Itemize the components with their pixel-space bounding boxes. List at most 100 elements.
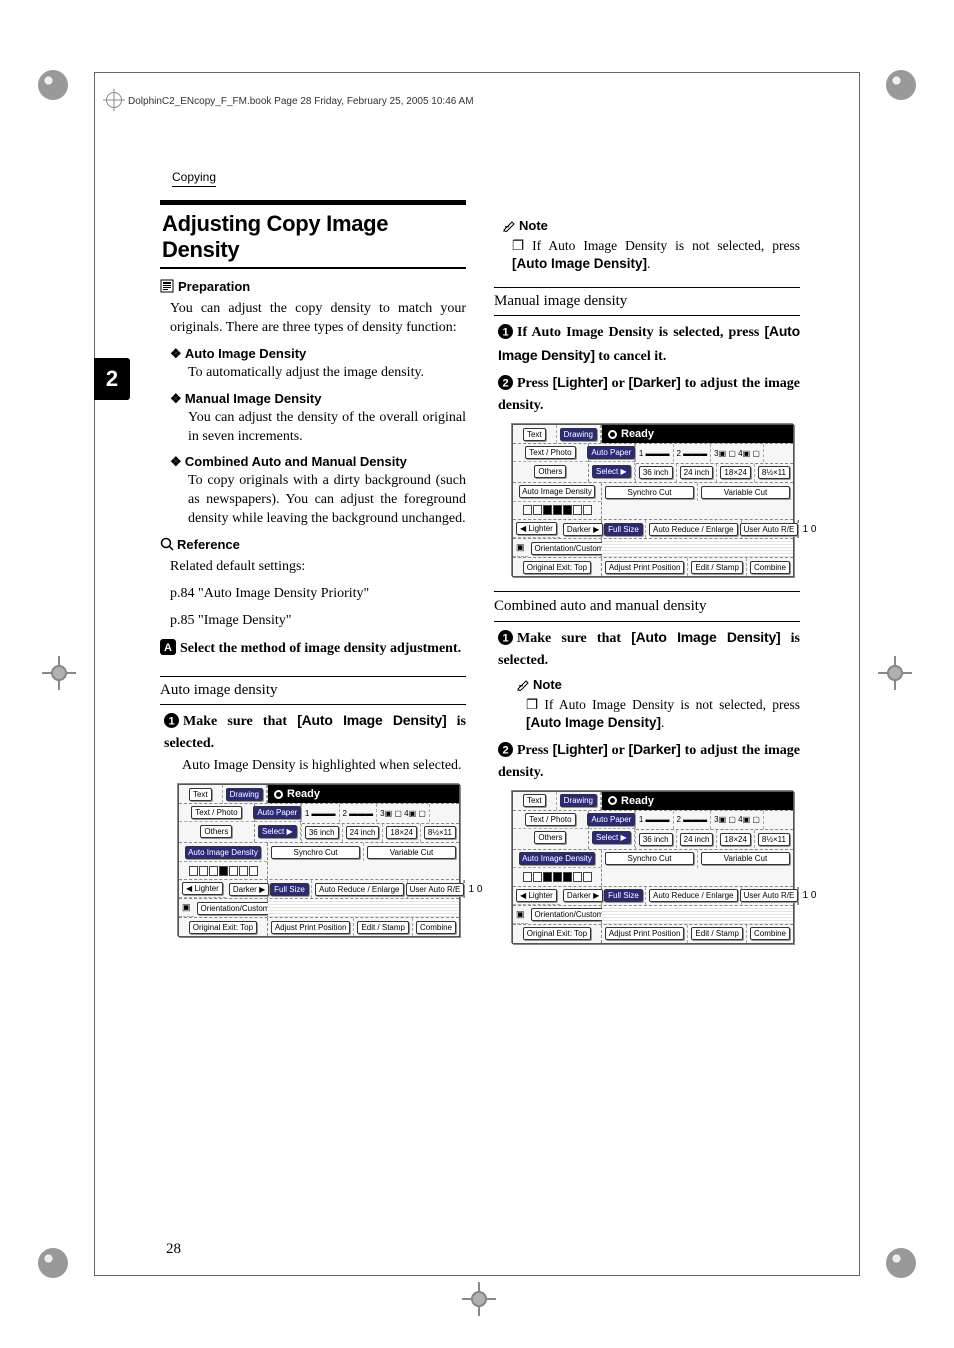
ui-36inch-button-b[interactable]: 36 inch (639, 466, 673, 479)
ui-full-size-button[interactable]: Full Size (270, 883, 309, 896)
ui-synchro-button-c[interactable]: Synchro Cut (605, 852, 694, 865)
ui-combine-button[interactable]: Combine (416, 921, 456, 934)
ui-roll-1-c: 1 ▬▬▬ (636, 811, 674, 829)
ui-density-led (187, 866, 260, 876)
ui-36inch-button[interactable]: 36 inch (305, 826, 339, 839)
orientation-icon-c: ▣ (513, 906, 528, 924)
ui-18x24-button[interactable]: 18×24 (386, 826, 416, 839)
ui-variable-button-c[interactable]: Variable Cut (701, 852, 790, 865)
ui-edit-stamp-button-b[interactable]: Edit / Stamp (691, 561, 743, 574)
ui-orientation-button-c[interactable]: Orientation/Custom (531, 908, 608, 921)
ui-select-button-b[interactable]: Select ▶ (592, 465, 631, 478)
register-mark-bottom (462, 1282, 496, 1316)
content: Adjusting Copy Image Density Preparation… (160, 200, 800, 954)
reference-body-1: Related default settings: (170, 558, 466, 577)
ui-85x11-button-b[interactable]: 8½×11 (758, 466, 790, 479)
subhead-auto: Auto image density (160, 676, 466, 705)
ui-adjust-print-button-c[interactable]: Adjust Print Position (605, 927, 685, 940)
ui-variable-button-b[interactable]: Variable Cut (701, 486, 790, 499)
ui-lighter-button-b[interactable]: ◀ Lighter (516, 522, 557, 535)
step-a-text: Select the method of image density adjus… (180, 641, 461, 656)
ui-text-photo-button-b[interactable]: Text / Photo (525, 446, 575, 459)
ui-synchro-button[interactable]: Synchro Cut (271, 846, 360, 859)
ui-24inch-button[interactable]: 24 inch (346, 826, 380, 839)
ui-darker-button-c[interactable]: Darker ▶ (563, 889, 603, 902)
ui-text-button[interactable]: Text (189, 788, 212, 801)
ui-orig-exit-button-b[interactable]: Original Exit: Top (523, 561, 591, 574)
ui-darker-button[interactable]: Darker ▶ (229, 883, 269, 896)
ui-full-size-button-c[interactable]: Full Size (604, 889, 643, 902)
note-body-2: If Auto Image Density is not selected, p… (526, 696, 800, 732)
ui-orig-exit-button-c[interactable]: Original Exit: Top (523, 927, 591, 940)
preparation-icon (160, 279, 174, 296)
note-label-2: Note (533, 677, 562, 692)
comb-s2-a: Press (517, 743, 553, 758)
step-a: A Select the method of image density adj… (160, 639, 466, 662)
ui-18x24-button-c[interactable]: 18×24 (720, 833, 750, 846)
ui-auto-density-button-on[interactable]: Auto Image Density (185, 846, 261, 859)
ui-orig-exit-button[interactable]: Original Exit: Top (189, 921, 257, 934)
ui-combine-button-c[interactable]: Combine (750, 927, 790, 940)
ui-density-led-c (521, 872, 594, 882)
ui-text-photo-button-c[interactable]: Text / Photo (525, 813, 575, 826)
ui-text-button-b[interactable]: Text (523, 428, 546, 441)
manual-s2-d: [Darker] (629, 374, 681, 390)
ui-drawing-button[interactable]: Drawing (226, 788, 263, 801)
ui-18x24-button-b[interactable]: 18×24 (720, 466, 750, 479)
note-1-b: [Auto Image Density] (512, 256, 647, 271)
ui-auto-density-button-on-c[interactable]: Auto Image Density (519, 852, 595, 865)
ui-orientation-button[interactable]: Orientation/Custom (197, 902, 274, 915)
ui-roll-1: 1 ▬▬▬ (302, 804, 340, 822)
ui-36inch-button-c[interactable]: 36 inch (639, 833, 673, 846)
ui-text-button-c[interactable]: Text (523, 794, 546, 807)
ui-auto-reduce-button[interactable]: Auto Reduce / Enlarge (315, 883, 404, 896)
ui-select-button-c[interactable]: Select ▶ (592, 831, 631, 844)
ui-adjust-print-button[interactable]: Adjust Print Position (271, 921, 351, 934)
running-head: DolphinC2_ENcopy_F_FM.book Page 28 Frida… (128, 96, 474, 107)
register-mark-right (878, 656, 912, 690)
ui-synchro-button-b[interactable]: Synchro Cut (605, 486, 694, 499)
ui-others-button-b[interactable]: Others (534, 465, 566, 478)
ui-85x11-button[interactable]: 8½×11 (424, 826, 456, 839)
svg-text:A: A (164, 642, 172, 654)
ready-icon-c (608, 796, 617, 805)
ui-select-button[interactable]: Select ▶ (258, 825, 297, 838)
ui-auto-paper-button-b[interactable]: Auto Paper (587, 446, 635, 459)
ui-adjust-print-button-b[interactable]: Adjust Print Position (605, 561, 685, 574)
ui-ready-bar-c: Ready (602, 792, 793, 810)
circled-1-icon-c: 1 (498, 630, 513, 652)
svg-text:1: 1 (502, 632, 508, 644)
ui-variable-button[interactable]: Variable Cut (367, 846, 456, 859)
ui-auto-density-button-off[interactable]: Auto Image Density (519, 485, 595, 498)
ui-lighter-button-c[interactable]: ◀ Lighter (516, 889, 557, 902)
ui-user-auto-button-c[interactable]: User Auto R/E (740, 889, 799, 902)
ui-24inch-button-b[interactable]: 24 inch (680, 466, 714, 479)
note-heading-1: Note (502, 218, 800, 235)
ui-auto-paper-button[interactable]: Auto Paper (253, 806, 301, 819)
bullet-combined-density: Combined Auto and Manual Density To copy… (170, 454, 466, 529)
ui-user-auto-button[interactable]: User Auto R/E (406, 883, 465, 896)
ui-auto-reduce-button-c[interactable]: Auto Reduce / Enlarge (649, 889, 738, 902)
ui-others-button-c[interactable]: Others (534, 831, 566, 844)
ui-others-button[interactable]: Others (200, 825, 232, 838)
ui-auto-paper-button-c[interactable]: Auto Paper (587, 813, 635, 826)
circled-1-icon: 1 (164, 713, 179, 735)
ui-24inch-button-c[interactable]: 24 inch (680, 833, 714, 846)
reference-heading: Reference (160, 537, 466, 554)
ui-drawing-button-b[interactable]: Drawing (560, 428, 597, 441)
ui-lighter-button[interactable]: ◀ Lighter (182, 882, 223, 895)
ui-drawing-button-c[interactable]: Drawing (560, 794, 597, 807)
ui-auto-reduce-button-b[interactable]: Auto Reduce / Enlarge (649, 523, 738, 536)
auto-step-1-body: Auto Image Density is highlighted when s… (182, 757, 466, 776)
preparation-label: Preparation (178, 279, 250, 294)
ui-text-photo-button[interactable]: Text / Photo (191, 806, 241, 819)
ui-full-size-button-b[interactable]: Full Size (604, 523, 643, 536)
ui-user-auto-button-b[interactable]: User Auto R/E (740, 523, 799, 536)
ui-orientation-button-b[interactable]: Orientation/Custom (531, 542, 608, 555)
comb-s2-d: [Darker] (629, 741, 681, 757)
ui-85x11-button-c[interactable]: 8½×11 (758, 833, 790, 846)
ui-combine-button-b[interactable]: Combine (750, 561, 790, 574)
ui-darker-button-b[interactable]: Darker ▶ (563, 523, 603, 536)
ui-edit-stamp-button-c[interactable]: Edit / Stamp (691, 927, 743, 940)
ui-edit-stamp-button[interactable]: Edit / Stamp (357, 921, 409, 934)
